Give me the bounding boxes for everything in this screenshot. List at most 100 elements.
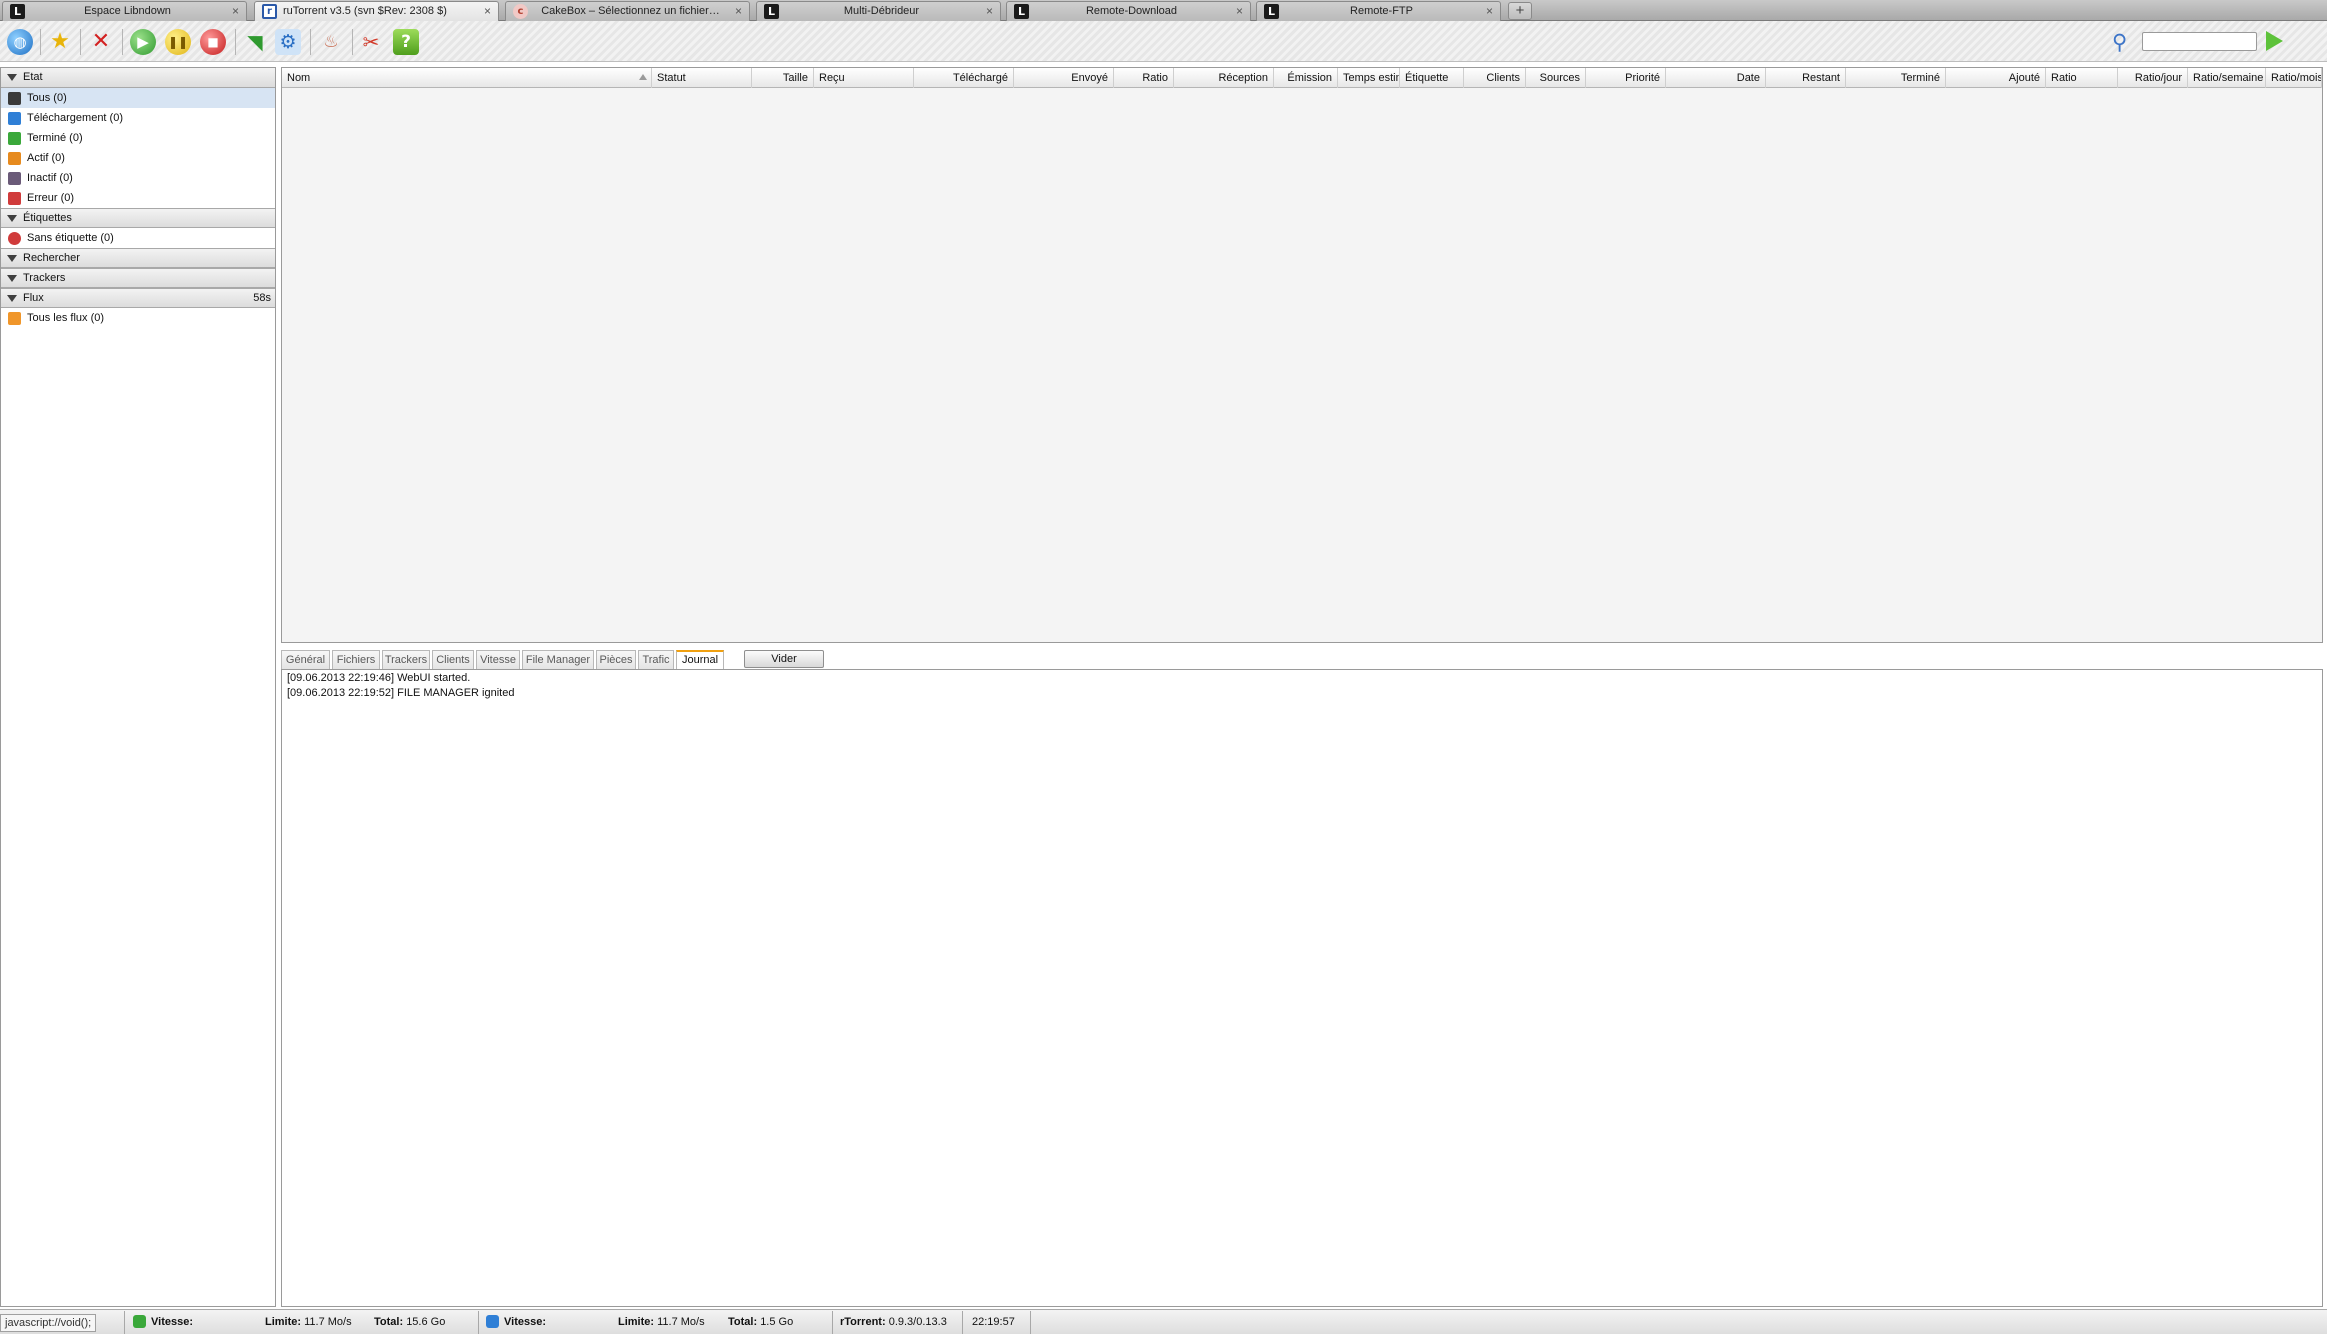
section-label: Trackers [23,272,66,284]
tab-file-manager[interactable]: File Manager [522,650,594,669]
upload-speed-icon [486,1315,499,1328]
clear-log-button[interactable]: Vider [744,650,824,668]
tab-general[interactable]: Général [281,650,330,669]
sidebar-section-flux[interactable]: Flux 58s [1,288,275,308]
pause-icon[interactable]: ❚❚ [165,29,191,55]
column-header-priorite[interactable]: Priorité [1586,68,1666,88]
sidebar-item-inactif[interactable]: Inactif (0) [1,168,275,188]
collapse-triangle-icon[interactable] [7,275,17,282]
new-tab-button[interactable]: + [1508,2,1532,20]
browser-tab-espace-libndown[interactable]: L Espace Libndown × [2,1,247,21]
search-go-icon[interactable] [2266,31,2283,51]
section-label: Rechercher [23,252,80,264]
inactive-icon [8,172,21,185]
section-label: Etat [23,71,43,83]
browser-tab-rutorrent[interactable]: r ruTorrent v3.5 (svn $Rev: 2308 $) × [254,1,499,22]
download-limit[interactable]: Limite: 11.7 Mo/s [265,1316,352,1328]
stop-icon[interactable]: ■ [200,29,226,55]
column-header-envoye[interactable]: Envoyé [1014,68,1114,88]
sidebar-item-actif[interactable]: Actif (0) [1,148,275,168]
sidebar-item-sans-etiquette[interactable]: Sans étiquette (0) [1,228,275,248]
tab-close-icon[interactable]: × [484,4,491,18]
cake-icon[interactable]: ♨ [318,29,344,55]
column-header-ratio-semaine[interactable]: Ratio/semaine [2188,68,2266,88]
active-icon [8,152,21,165]
browser-tab-title: Remote-FTP [1350,5,1413,17]
help-icon[interactable]: ? [393,29,419,55]
status-separator [478,1311,479,1334]
toolbar-separator [40,29,41,55]
browser-tab-remote-download[interactable]: L Remote-Download × [1006,1,1251,21]
tab-clients[interactable]: Clients [432,650,474,669]
column-header-date[interactable]: Date [1666,68,1766,88]
globe-icon[interactable]: ◍ [7,29,33,55]
column-header-temps-estime[interactable]: Temps estimé [1338,68,1400,88]
sidebar-section-etiquettes[interactable]: Étiquettes [1,208,275,228]
column-header-ratio-jour[interactable]: Ratio/jour [2118,68,2188,88]
browser-tab-remote-ftp[interactable]: L Remote-FTP × [1256,1,1501,21]
tab-close-icon[interactable]: × [232,4,239,18]
column-header-restant[interactable]: Restant [1766,68,1846,88]
collapse-triangle-icon[interactable] [7,74,17,81]
settings-icon[interactable]: ⚙ [275,29,301,55]
column-header-etiquette[interactable]: Étiquette [1400,68,1464,88]
column-header-statut[interactable]: Statut [652,68,752,88]
rss-icon[interactable]: ◥ [242,29,268,55]
tab-trackers[interactable]: Trackers [382,650,430,669]
column-header-termine[interactable]: Terminé [1846,68,1946,88]
tab-journal[interactable]: Journal [676,650,724,669]
sidebar-item-label: Tous les flux (0) [27,312,105,324]
column-header-taille[interactable]: Taille [752,68,814,88]
log-line: [09.06.2013 22:19:52] FILE MANAGER ignit… [287,687,515,699]
sidebar-item-tous[interactable]: Tous (0) [1,88,275,108]
sidebar-item-erreur[interactable]: Erreur (0) [1,188,275,208]
details-tab-bar: Général Fichiers Trackers Clients Vitess… [281,650,2323,669]
download-speed-icon [133,1315,146,1328]
sidebar-section-etat[interactable]: Etat [1,68,275,88]
upload-total: Total: 1.5 Go [728,1316,794,1328]
column-header-clients[interactable]: Clients [1464,68,1526,88]
sidebar-section-rechercher[interactable]: Rechercher [1,248,275,268]
tools-icon[interactable]: ✂ [358,29,384,55]
cakebox-favicon-icon: c [513,4,528,19]
browser-tab-title: Remote-Download [1085,5,1178,17]
browser-tab-cakebox[interactable]: c CakeBox – Sélectionnez un fichier… × [505,1,750,21]
upload-limit[interactable]: Limite: 11.7 Mo/s [618,1316,705,1328]
sidebar-item-tous-les-flux[interactable]: Tous les flux (0) [1,308,275,328]
search-input[interactable] [2142,32,2257,51]
star-icon[interactable]: ★ [47,29,73,55]
log-line: [09.06.2013 22:19:46] WebUI started. [287,672,471,684]
column-header-reception[interactable]: Réception [1174,68,1274,88]
tab-close-icon[interactable]: × [986,4,993,18]
start-icon[interactable]: ▶ [130,29,156,55]
sidebar-item-telechargement[interactable]: Téléchargement (0) [1,108,275,128]
column-header-ajoute[interactable]: Ajouté [1946,68,2046,88]
tab-fichiers[interactable]: Fichiers [332,650,380,669]
search-icon[interactable]: ⚲ [2112,30,2136,54]
collapse-triangle-icon[interactable] [7,295,17,302]
column-header-recu[interactable]: Reçu [814,68,914,88]
column-header-ratio-mois[interactable]: Ratio/mois [2266,68,2322,88]
collapse-triangle-icon[interactable] [7,255,17,262]
tab-close-icon[interactable]: × [735,4,742,18]
tab-vitesse[interactable]: Vitesse [476,650,520,669]
column-header-ratio[interactable]: Ratio [1114,68,1174,88]
collapse-triangle-icon[interactable] [7,215,17,222]
rutorrent-favicon-icon: r [262,4,277,19]
column-header-nom[interactable]: Nom [282,68,652,88]
sidebar-section-trackers[interactable]: Trackers [1,268,275,288]
remove-icon[interactable]: ✕ [88,29,114,55]
tab-close-icon[interactable]: × [1486,4,1493,18]
browser-tab-multi-debrideur[interactable]: L Multi-Débrideur × [756,1,1001,21]
column-header-sources[interactable]: Sources [1526,68,1586,88]
column-header-emission[interactable]: Émission [1274,68,1338,88]
tab-close-icon[interactable]: × [1236,4,1243,18]
torrent-list[interactable]: Nom Statut Taille Reçu Téléchargé Envoyé… [281,67,2323,643]
browser-tab-title: CakeBox – Sélectionnez un fichier… [541,5,720,17]
column-header-ratio-2[interactable]: Ratio [2046,68,2118,88]
status-separator [1030,1311,1031,1334]
sidebar-item-termine[interactable]: Terminé (0) [1,128,275,148]
tab-trafic[interactable]: Trafic [638,650,674,669]
column-header-telecharge[interactable]: Téléchargé [914,68,1014,88]
tab-pieces[interactable]: Pièces [596,650,636,669]
